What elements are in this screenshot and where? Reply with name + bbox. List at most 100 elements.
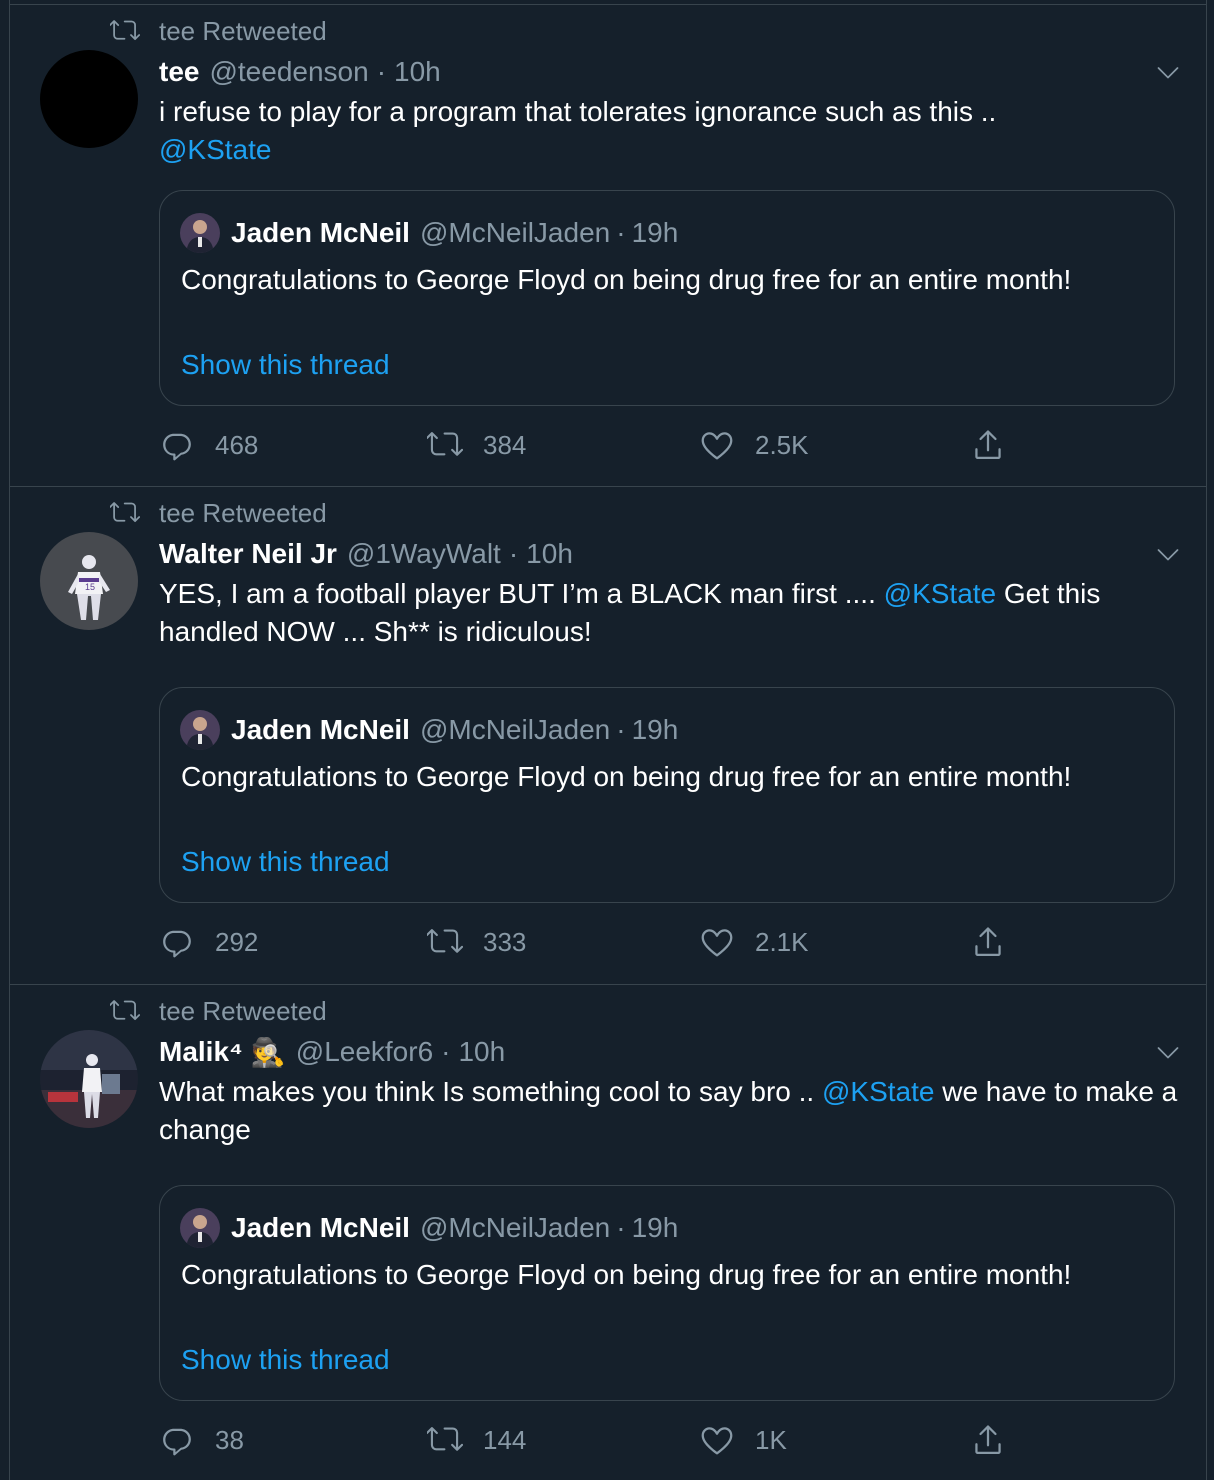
share-icon <box>970 1422 1006 1458</box>
tweet-text: What makes you think Is something cool t… <box>159 1073 1186 1149</box>
like-button[interactable]: 1K <box>699 1420 787 1460</box>
timestamp[interactable]: 10h <box>458 1036 505 1068</box>
tweet-header: tee @teedenson · 10h <box>159 53 1186 91</box>
reply-button[interactable]: 468 <box>159 425 258 465</box>
tweet[interactable]: tee Retweeted tee @teedenson · 10h i ref… <box>10 5 1206 487</box>
quote-avatar <box>180 1208 220 1248</box>
tweet-actions: 468 384 2.5K <box>159 425 1186 465</box>
author-handle[interactable]: @1WayWalt <box>347 538 501 570</box>
avatar[interactable] <box>40 50 138 148</box>
author-name[interactable]: tee <box>159 56 199 88</box>
show-thread-link[interactable]: Show this thread <box>181 1341 390 1379</box>
tweet-text: YES, I am a football player BUT I’m a BL… <box>159 575 1186 651</box>
reply-count: 468 <box>215 429 259 460</box>
author-name[interactable]: Walter Neil Jr <box>159 538 337 570</box>
share-icon <box>970 427 1006 463</box>
share-icon <box>970 924 1006 960</box>
like-count: 1K <box>755 1424 787 1455</box>
retweet-icon <box>427 1422 463 1458</box>
quote-author-name: Jaden McNeil <box>231 217 410 248</box>
separator: · <box>616 217 626 248</box>
separator: · <box>508 538 519 569</box>
timeline: tee Retweeted tee @teedenson · 10h i ref… <box>9 0 1207 1480</box>
share-button[interactable] <box>970 425 1026 465</box>
tweet-actions: 38 144 1K <box>159 1420 1186 1460</box>
avatar[interactable] <box>40 1030 138 1128</box>
mention-link[interactable]: @KState <box>884 578 996 609</box>
detective-emoji-icon: 🕵 <box>250 1036 286 1068</box>
tweet[interactable]: tee Retweeted Malik⁴ 🕵 @Leekfor6 · 10h W… <box>10 985 1206 1480</box>
mention-link[interactable]: @KState <box>159 134 271 165</box>
quote-text: Congratulations to George Floyd on being… <box>181 761 1072 792</box>
like-button[interactable]: 2.1K <box>699 922 809 962</box>
tweet-text-segment: What makes you think Is something cool t… <box>159 1076 822 1107</box>
quoted-tweet[interactable]: Jaden McNeil @McNeilJaden · 19h Congratu… <box>159 687 1175 903</box>
retweeted-indicator: tee Retweeted <box>110 995 327 1027</box>
retweet-icon <box>110 996 140 1026</box>
timestamp[interactable]: 10h <box>526 538 573 570</box>
show-thread-link[interactable]: Show this thread <box>181 346 390 384</box>
tweet-actions: 292 333 2.1K <box>159 922 1186 962</box>
retweeted-label[interactable]: tee Retweeted <box>159 16 327 47</box>
retweet-count: 384 <box>483 429 527 460</box>
quoted-tweet[interactable]: Jaden McNeil @McNeilJaden · 19h Congratu… <box>159 190 1175 406</box>
retweeted-indicator: tee Retweeted <box>110 15 327 47</box>
quote-author-handle: @McNeilJaden <box>419 1212 611 1243</box>
heart-icon <box>699 924 735 960</box>
quote-author-name: Jaden McNeil <box>231 714 410 745</box>
tweet-text-segment: i refuse to play for a program that tole… <box>159 96 997 127</box>
mention-link[interactable]: @KState <box>822 1076 934 1107</box>
retweet-icon <box>427 924 463 960</box>
retweet-button[interactable]: 333 <box>427 922 526 962</box>
retweet-icon <box>110 16 140 46</box>
like-count: 2.1K <box>755 926 809 957</box>
separator: · <box>616 1212 626 1243</box>
separator: · <box>441 1036 451 1067</box>
quoted-tweet[interactable]: Jaden McNeil @McNeilJaden · 19h Congratu… <box>159 1185 1175 1401</box>
timestamp[interactable]: 10h <box>394 56 441 88</box>
chevron-down-icon[interactable] <box>1154 1039 1182 1067</box>
retweet-button[interactable]: 144 <box>427 1420 526 1460</box>
tweet-text-segment: YES, I am a football player BUT I’m a BL… <box>159 578 884 609</box>
separator: · <box>376 56 387 87</box>
separator: · <box>616 714 626 745</box>
quote-text: Congratulations to George Floyd on being… <box>181 1259 1072 1290</box>
quote-avatar <box>180 710 220 750</box>
retweet-count: 144 <box>483 1424 527 1455</box>
retweet-icon <box>427 427 463 463</box>
tweet-header: Malik⁴ 🕵 @Leekfor6 · 10h <box>159 1033 1186 1071</box>
heart-icon <box>699 1422 735 1458</box>
quote-header: Jaden McNeil @McNeilJaden · 19h <box>231 710 678 750</box>
author-handle[interactable]: @teedenson <box>209 56 368 88</box>
avatar[interactable]: 15 <box>40 532 138 630</box>
show-thread-link[interactable]: Show this thread <box>181 843 390 881</box>
heart-icon <box>699 427 735 463</box>
share-button[interactable] <box>970 922 1026 962</box>
quote-timestamp: 19h <box>631 1212 679 1243</box>
retweeted-label[interactable]: tee Retweeted <box>159 498 327 529</box>
like-button[interactable]: 2.5K <box>699 425 809 465</box>
reply-button[interactable]: 292 <box>159 922 258 962</box>
tweet[interactable]: tee Retweeted 15 Walter Neil Jr @1WayWal… <box>10 487 1206 985</box>
author-handle[interactable]: @Leekfor6 <box>296 1036 433 1068</box>
chevron-down-icon[interactable] <box>1154 59 1182 87</box>
quote-timestamp: 19h <box>631 714 679 745</box>
share-button[interactable] <box>970 1420 1026 1460</box>
tweet-header: Walter Neil Jr @1WayWalt · 10h <box>159 535 1186 573</box>
retweet-icon <box>110 498 140 528</box>
quote-author-handle: @McNeilJaden <box>419 217 611 248</box>
quote-header: Jaden McNeil @McNeilJaden · 19h <box>231 213 678 253</box>
author-name[interactable]: Malik⁴ <box>159 1036 243 1068</box>
retweet-button[interactable]: 384 <box>427 425 526 465</box>
quote-text: Congratulations to George Floyd on being… <box>181 264 1072 295</box>
quote-author-handle: @McNeilJaden <box>419 714 611 745</box>
reply-icon <box>159 427 195 463</box>
quote-avatar <box>180 213 220 253</box>
reply-icon <box>159 1422 195 1458</box>
quote-author-name: Jaden McNeil <box>231 1212 410 1243</box>
reply-button[interactable]: 38 <box>159 1420 244 1460</box>
svg-text:15: 15 <box>85 582 95 592</box>
retweeted-label[interactable]: tee Retweeted <box>159 996 327 1027</box>
chevron-down-icon[interactable] <box>1154 541 1182 569</box>
quote-timestamp: 19h <box>631 217 679 248</box>
